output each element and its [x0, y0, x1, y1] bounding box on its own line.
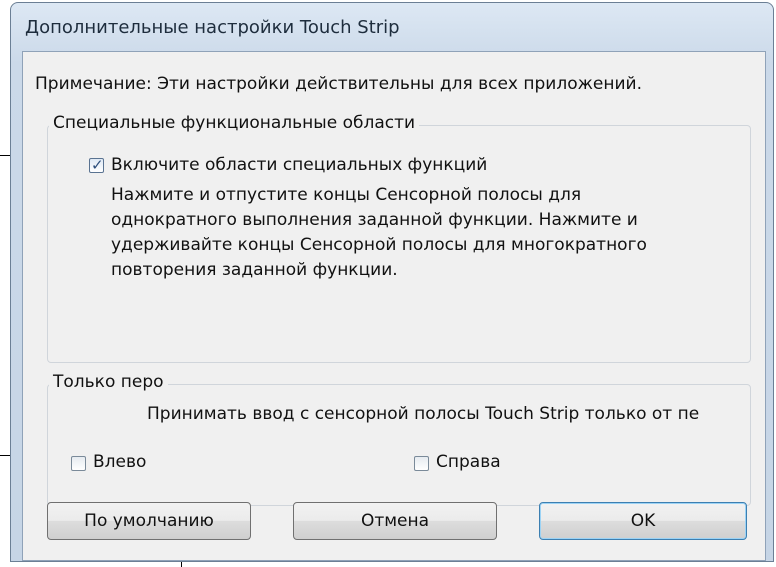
window-title: Дополнительные настройки Touch Strip	[25, 17, 400, 38]
description-line: удерживайте концы Сенсорной полосы для м…	[111, 235, 647, 255]
right-checkbox-label[interactable]: Справа	[436, 452, 501, 472]
special-functions-description: Нажмите и отпустите концы Сенсорной поло…	[111, 183, 761, 283]
right-checkbox[interactable]	[414, 456, 429, 471]
dialog-client-area: Примечание: Эти настройки действительны …	[22, 51, 766, 561]
pen-only-group	[47, 384, 751, 506]
left-checkbox[interactable]	[71, 456, 86, 471]
ok-button[interactable]: OK	[539, 502, 747, 540]
pen-only-legend: Только перо	[49, 372, 168, 392]
left-checkbox-label[interactable]: Влево	[93, 452, 146, 472]
restore-defaults-button[interactable]: По умолчанию	[47, 502, 251, 540]
note-text: Примечание: Эти настройки действительны …	[35, 74, 643, 94]
special-functions-legend: Специальные функциональные области	[49, 113, 420, 133]
description-line: однократного выполнения заданной функции…	[111, 210, 638, 230]
enable-special-functions-label[interactable]: Включите области специальных функций	[111, 155, 487, 175]
cancel-button[interactable]: Отмена	[293, 502, 497, 540]
checkmark-icon: ✓	[91, 156, 104, 174]
pen-only-text: Принимать ввод с сенсорной полосы Touch …	[147, 404, 700, 424]
description-line: Нажмите и отпустите концы Сенсорной поло…	[111, 185, 582, 205]
dialog-window: Дополнительные настройки Touch Strip При…	[10, 2, 774, 562]
screenshot-stage: Дополнительные настройки Touch Strip При…	[0, 0, 776, 567]
enable-special-functions-checkbox[interactable]: ✓	[89, 156, 104, 174]
title-bar[interactable]: Дополнительные настройки Touch Strip	[11, 3, 773, 51]
description-line: повторения заданной функции.	[111, 260, 398, 280]
